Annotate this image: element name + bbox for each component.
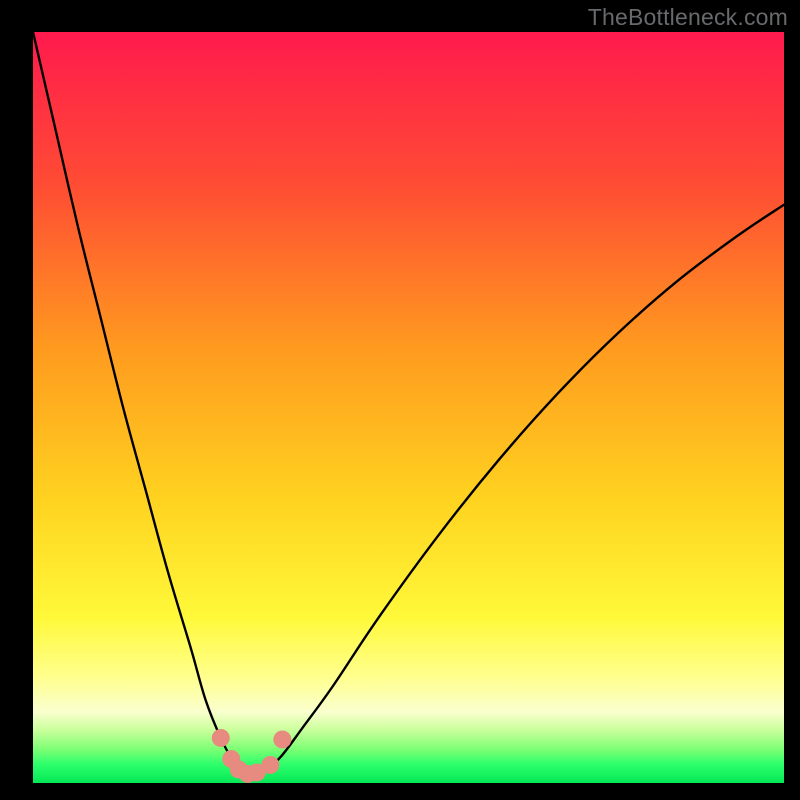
watermark-text: TheBottleneck.com	[588, 4, 788, 31]
plot-background	[33, 32, 784, 783]
curve-marker	[273, 730, 291, 748]
curve-marker	[261, 756, 279, 774]
chart-svg	[0, 0, 800, 800]
chart-frame: TheBottleneck.com	[0, 0, 800, 800]
curve-marker	[212, 729, 230, 747]
